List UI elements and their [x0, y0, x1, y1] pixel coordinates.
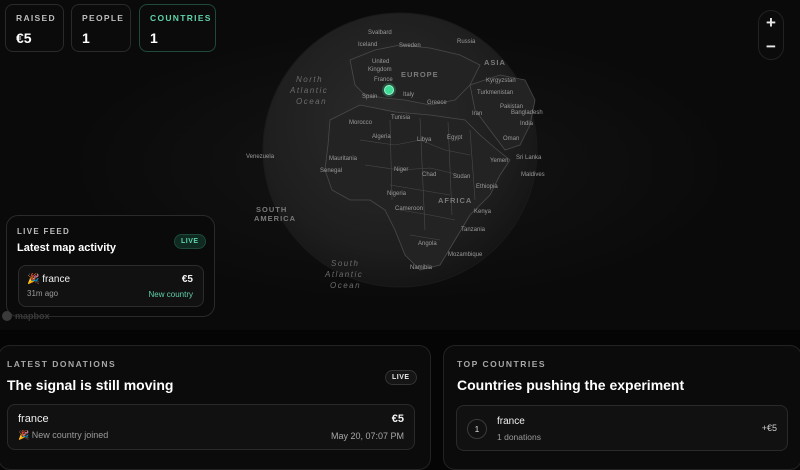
map-label-turkmenistan: Turkmenistan [477, 90, 513, 96]
stat-countries-value: 1 [150, 30, 158, 46]
map-label-angola: Angola [418, 241, 437, 247]
stat-raised-value: €5 [16, 30, 32, 46]
map-label-kyrgyzstan: Kyrgyzstan [486, 78, 516, 84]
donation-item[interactable]: france 🎉 New country joined €5 May 20, 0… [7, 404, 415, 450]
map-label-south-america-1: SOUTH [256, 205, 287, 214]
map-label-yemen: Yemen [490, 158, 508, 164]
map-label-africa: AFRICA [438, 196, 472, 205]
zoom-in-button[interactable]: + [758, 11, 784, 35]
map-label-libya: Libya [417, 137, 432, 143]
stat-countries: COUNTRIES 1 [139, 4, 216, 52]
donation-amount: €5 [391, 413, 404, 425]
map-label-namibia: Namibia [410, 265, 433, 271]
top-country-item[interactable]: 1 france 1 donations +€5 [456, 405, 788, 451]
latest-donations-kicker: LATEST DONATIONS [7, 359, 117, 369]
feed-item-country: france [42, 274, 71, 285]
map-label-ethiopia: Ethiopia [476, 184, 498, 190]
stat-countries-label: COUNTRIES [150, 13, 212, 23]
feed-item[interactable]: 🎉 france 31m ago €5 New country [18, 265, 204, 307]
donation-note-text: New country joined [31, 430, 109, 440]
party-icon: 🎉 [18, 430, 30, 440]
map-label-russia: Russia [457, 39, 476, 45]
map-label-srilanka: Sri Lanka [516, 155, 542, 161]
map-label-svalbard: Svalbard [368, 30, 392, 36]
map-label-sudan: Sudan [453, 174, 470, 180]
map-label-south-america-2: AMERICA [254, 214, 296, 223]
map-label-south-atlantic-1: South [331, 259, 359, 268]
rank-badge: 1 [467, 419, 487, 439]
zoom-controls: + − [758, 10, 784, 60]
top-country-name: france [497, 416, 525, 427]
map-label-bangladesh: Bangladesh [511, 110, 543, 116]
map-label-france: France [374, 77, 393, 83]
stat-raised-label: RAISED [16, 13, 56, 23]
top-countries-panel: TOP COUNTRIES Countries pushing the expe… [443, 345, 800, 470]
donation-date: May 20, 07:07 PM [330, 431, 404, 441]
map-label-mozambique: Mozambique [448, 252, 483, 258]
stat-raised: RAISED €5 [5, 4, 64, 52]
map-label-mauritania: Mauritania [329, 156, 358, 162]
map-label-venezuela: Venezuela [246, 154, 275, 160]
map-label-greece: Greece [427, 100, 447, 106]
map-label-south-atlantic-2: Atlantic [324, 270, 363, 279]
map-label-morocco: Morocco [349, 120, 373, 126]
latest-donations-title: The signal is still moving [7, 377, 174, 393]
map-label-tanzania: Tanzania [461, 227, 486, 233]
donations-live-badge: LIVE [385, 370, 417, 385]
party-icon: 🎉 [27, 274, 40, 285]
map-label-spain: Spain [362, 94, 377, 100]
map-label-senegal: Senegal [320, 168, 342, 174]
map-label-south-atlantic-3: Ocean [330, 281, 361, 290]
map-label-algeria: Algeria [372, 134, 391, 140]
map-label-chad: Chad [422, 172, 436, 178]
top-countries-kicker: TOP COUNTRIES [457, 359, 547, 369]
map-label-nigeria: Nigeria [387, 191, 407, 197]
map-label-asia: ASIA [484, 58, 506, 67]
stat-people-value: 1 [82, 30, 90, 46]
map-label-tunisia: Tunisia [391, 115, 411, 121]
map-label-india: India [520, 121, 534, 127]
map-label-kenya: Kenya [474, 209, 492, 215]
map-view[interactable]: Svalbard Iceland Sweden Russia United Ki… [0, 0, 800, 330]
map-label-oman: Oman [503, 136, 519, 142]
top-country-donations: 1 donations [497, 432, 541, 442]
feed-item-amount: €5 [181, 274, 193, 285]
france-marker[interactable] [384, 85, 394, 95]
mapbox-icon [2, 311, 12, 321]
map-label-maldives: Maldives [521, 172, 545, 178]
feed-item-tag: New country [148, 290, 193, 299]
map-label-cameroon: Cameroon [395, 206, 423, 212]
top-countries-title: Countries pushing the experiment [457, 377, 685, 393]
mapbox-text: mapbox [15, 311, 50, 321]
live-feed-panel: LIVE FEED Latest map activity LIVE 🎉 fra… [6, 215, 215, 317]
feed-item-title: 🎉 france [27, 274, 195, 285]
map-label-uk: United [372, 59, 389, 65]
map-label-niger: Niger [394, 167, 408, 173]
map-label-north-atlantic-2: Atlantic [289, 86, 328, 95]
mapbox-logo[interactable]: mapbox [2, 311, 50, 321]
stat-people: PEOPLE 1 [71, 4, 131, 52]
donation-country: france [18, 413, 49, 425]
stat-people-label: PEOPLE [82, 13, 125, 23]
map-label-north-atlantic-3: Ocean [296, 97, 327, 106]
map-label-uk-2: Kingdom [368, 67, 392, 73]
map-label-italy: Italy [403, 92, 414, 98]
latest-donations-panel: LATEST DONATIONS The signal is still mov… [0, 345, 431, 470]
live-badge: LIVE [174, 234, 206, 249]
map-label-iceland: Iceland [358, 42, 377, 48]
map-label-iran: Iran [472, 111, 482, 117]
zoom-out-button[interactable]: − [758, 35, 784, 59]
map-label-sweden: Sweden [399, 43, 421, 49]
top-country-amount: +€5 [761, 423, 777, 433]
map-label-egypt: Egypt [447, 135, 463, 141]
map-label-europe: EUROPE [401, 70, 439, 79]
map-label-north-atlantic-1: North [296, 75, 323, 84]
